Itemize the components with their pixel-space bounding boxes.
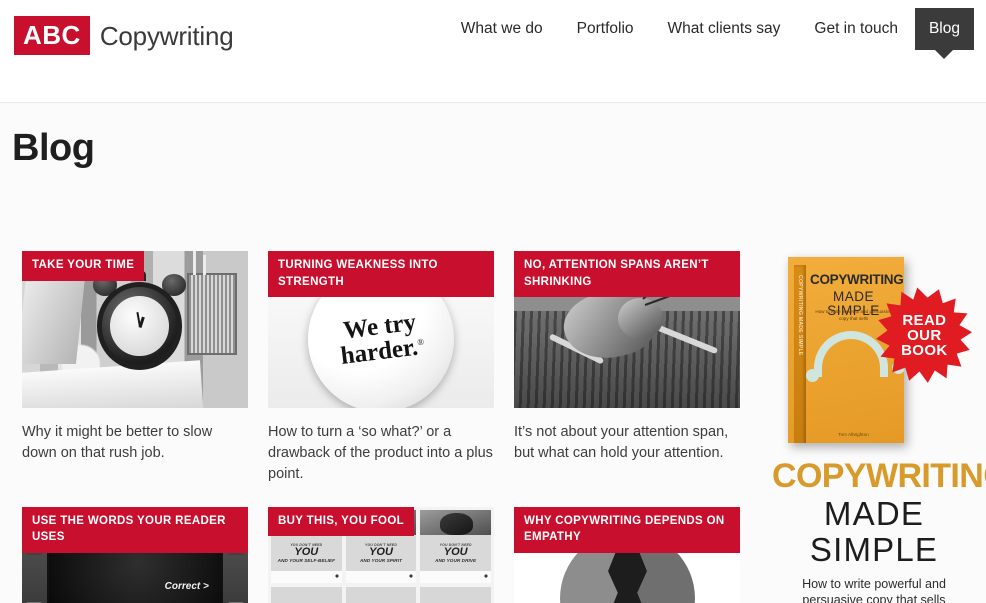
post-thumbnail: WHY COPYWRITING DEPENDS ON EMPATHY [514,506,740,603]
nav-item-blog[interactable]: Blog [914,8,974,58]
post-title-banner: NO, ATTENTION SPANS AREN’T SHRINKING [514,251,740,298]
book-cover-arch-shape [814,331,888,377]
post-card-turning-weakness-into-strength[interactable]: We try harder.® TURNING WEAKNESS INTO ST… [268,251,494,485]
clock-face-shape [110,296,169,357]
page-title: Blog [12,127,95,169]
book-promo-artwork: COPYWRITING MADE SIMPLE COPYWRITING MADE… [772,251,976,455]
clock-minute-hand-shape [135,312,141,328]
poster-copy-block: YOU DON’T NEED YOU AND YOUR SPIRIT [345,534,417,572]
post-card-use-the-words-your-reader-uses[interactable]: Correct > Please enter the amount USE TH… [22,506,248,603]
post-card-buy-this-you-fool[interactable]: YOU DON’T NEED YOU AND YOUR SELF-BELIEF … [268,506,494,603]
pencil-shape [192,251,196,275]
post-card-take-your-time[interactable]: TAKE YOUR TIME Why it might be better to… [22,251,248,485]
post-thumbnail: Correct > Please enter the amount USE TH… [22,506,248,603]
logo-wordmark: Copywriting [99,20,234,51]
book-title-line2: MADE SIMPLE [809,495,939,569]
post-excerpt: How to turn a ‘so what?’ or a drawback o… [268,424,493,482]
poster-footer [271,571,342,584]
mantis-leg-shape [652,323,719,355]
poster-subline: AND YOUR SELF-BELIEF [277,557,335,563]
nav-item-what-clients-say[interactable]: What clients say [651,0,798,47]
poster-logo-icon [408,574,415,581]
book-spine-shape: COPYWRITING MADE SIMPLE [794,265,806,443]
book-title-line1: COPYWRITING [772,457,986,495]
post-title-banner: USE THE WORDS YOUR READER USES [22,506,248,553]
starburst-line3: BOOK [900,341,948,359]
badge-registered-mark: ® [416,336,425,348]
page-body: Blog TAKE YOUR TIME Why it might be bett… [0,103,986,603]
logo-abc-mark: ABC [14,16,90,55]
post-title-banner: TURNING WEAKNESS INTO STRENGTH [268,251,494,298]
post-thumbnail: We try harder.® TURNING WEAKNESS INTO ST… [268,251,494,408]
book-tagline: How to write powerful and persuasive cop… [802,576,946,603]
poster-logo-icon [333,574,340,581]
main-navigation[interactable]: What we do Portfolio What clients say Ge… [444,0,974,62]
post-card-why-copywriting-depends-on-empathy[interactable]: WHY COPYWRITING DEPENDS ON EMPATHY [514,506,740,603]
poster-subline: AND YOUR DRIVE [435,557,477,563]
starburst-line2: OUR [906,326,942,344]
post-thumbnail: NO, ATTENTION SPANS AREN’T SHRINKING [514,251,740,408]
book-cover-dot-shape [806,369,819,382]
book-spine-text: COPYWRITING MADE SIMPLE [797,275,803,356]
post-title-banner: BUY THIS, YOU FOOL [268,506,414,537]
book-promo-link[interactable]: COPYWRITING MADE SIMPLE COPYWRITING MADE… [772,251,986,603]
post-title-banner: TAKE YOUR TIME [22,251,145,281]
poster-copy-block: YOU DON’T NEED YOU AND YOUR SELF-BELIEF [271,534,342,572]
atm-correct-label: Correct > [164,580,209,592]
poster-logo-icon [482,574,489,581]
post-thumbnail: YOU DON’T NEED YOU AND YOUR SELF-BELIEF … [268,506,494,603]
sidebar: COPYWRITING MADE SIMPLE COPYWRITING MADE… [772,251,986,603]
mantis-head-shape [617,298,664,339]
poster-footer [345,571,417,584]
site-header: ABC Copywriting What we do Portfolio Wha… [0,0,986,103]
post-card-attention-spans[interactable]: NO, ATTENTION SPANS AREN’T SHRINKING It’… [514,251,740,485]
pencil-shape [202,254,206,275]
poster-footer [420,571,491,584]
post-excerpt: It’s not about your attention span, but … [514,424,729,461]
poster-item: SHOW [345,587,417,603]
nav-item-portfolio[interactable]: Portfolio [560,0,651,47]
post-thumbnail: TAKE YOUR TIME [22,251,248,408]
poster-subline: AND YOUR SPIRIT [359,557,402,563]
site-logo[interactable]: ABC Copywriting [14,16,234,55]
post-title-banner: WHY COPYWRITING DEPENDS ON EMPATHY [514,506,740,553]
poster-photo-shape [420,509,491,535]
poster-copy-block: YOU DON’T NEED YOU AND YOUR DRIVE [420,534,491,572]
starburst-line1: READ [901,311,947,329]
poster-item: PHONE [271,587,342,603]
poster-headline: YOU [294,545,319,558]
poster-item: YOU DON’T NEED YOU AND YOUR DRIVE [420,509,491,584]
poster-headline: YOU [443,545,468,558]
blog-post-grid: TAKE YOUR TIME Why it might be better to… [22,251,740,603]
post-excerpt: Why it might be better to slow down on t… [22,424,213,461]
header-inner: ABC Copywriting What we do Portfolio Wha… [0,0,986,103]
poster-item: SELFIE [420,587,491,603]
pen-cup-shape [186,251,237,355]
nav-item-get-in-touch[interactable]: Get in touch [797,0,915,47]
book-cover-title-line1: COPYWRITING [810,272,904,287]
book-cover-author: Tom Albrighton [838,432,869,437]
poster-portrait-shape [440,513,473,535]
alarm-clock-shape [93,270,186,371]
nav-item-what-we-do[interactable]: What we do [444,0,560,47]
poster-headline: YOU [369,545,393,558]
